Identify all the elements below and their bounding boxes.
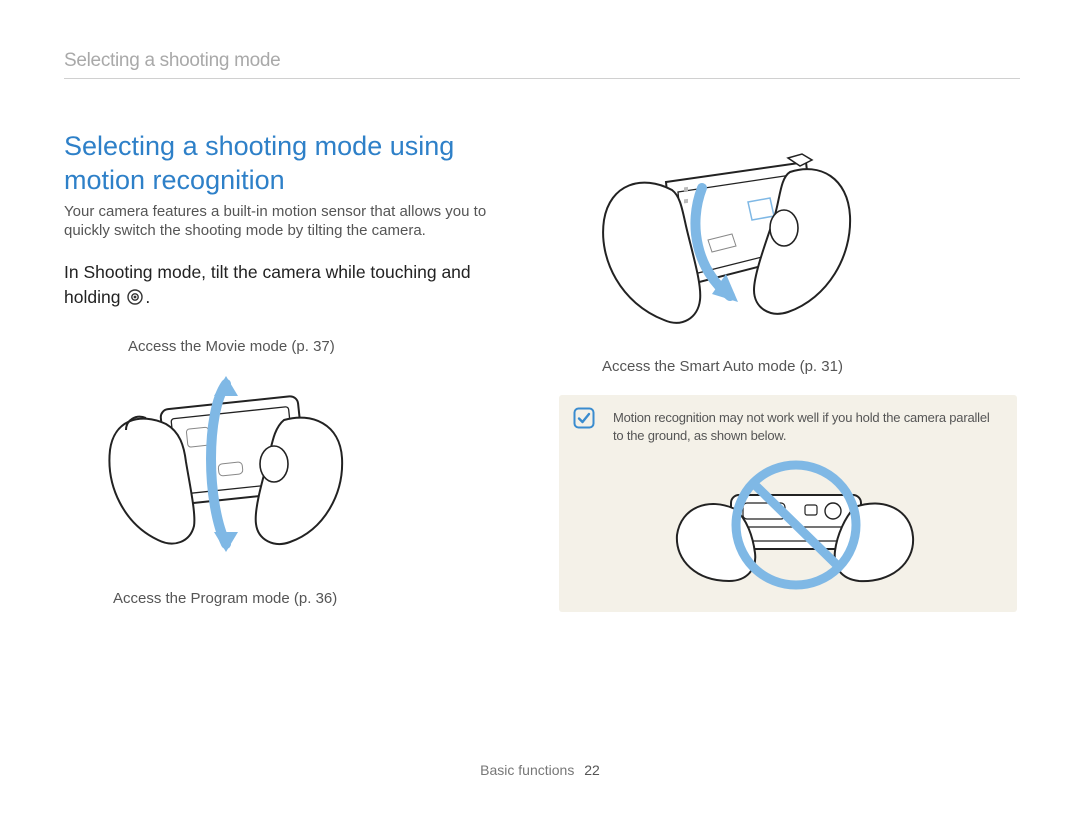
footer-page-number: 22 — [584, 762, 600, 778]
section-heading: Selecting a shooting mode using motion r… — [64, 130, 504, 198]
motion-target-icon — [127, 287, 143, 312]
figure-parallel-ground — [653, 447, 933, 602]
figure-tilt-forward — [580, 130, 860, 365]
caption-movie-mode: Access the Movie mode (p. 37) — [128, 338, 335, 355]
caption-smart-auto-mode: Access the Smart Auto mode (p. 31) — [602, 358, 843, 375]
instruction-text-pre: In Shooting mode, tilt the camera while … — [64, 262, 471, 307]
instruction-step: In Shooting mode, tilt the camera while … — [64, 260, 524, 313]
caption-program-mode: Access the Program mode (p. 36) — [113, 590, 337, 607]
page-footer: Basic functions 22 — [0, 762, 1080, 778]
note-text: Motion recognition may not work well if … — [613, 409, 1003, 444]
instruction-text-post: . — [145, 287, 150, 307]
header-rule — [64, 78, 1020, 79]
figure-tilt-vertical — [96, 366, 356, 591]
manual-page: Selecting a shooting mode Selecting a sh… — [0, 0, 1080, 815]
note-box: Motion recognition may not work well if … — [559, 395, 1017, 612]
running-head: Selecting a shooting mode — [64, 50, 280, 72]
footer-section-name: Basic functions — [480, 762, 574, 778]
note-box-check-icon — [573, 407, 595, 434]
intro-paragraph: Your camera features a built-in motion s… — [64, 203, 519, 241]
